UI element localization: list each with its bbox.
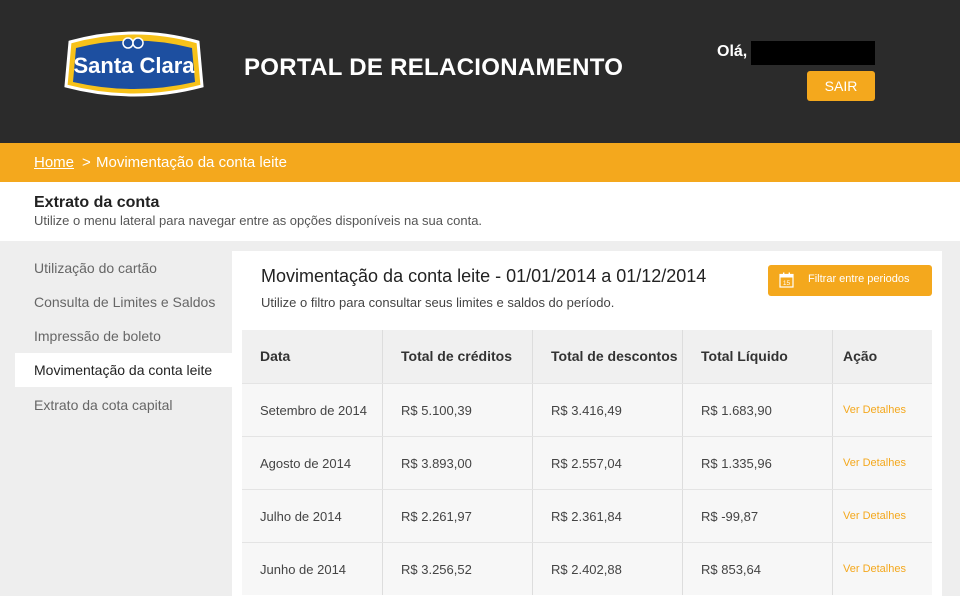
content-subtitle: Utilize o filtro para consultar seus lim… <box>261 295 615 310</box>
cell-total-liquido: R$ 1.683,90 <box>683 384 833 436</box>
cell-total-creditos: R$ 2.261,97 <box>383 490 533 542</box>
ver-detalhes-link[interactable]: Ver Detalhes <box>843 457 906 469</box>
cell-data: Junho de 2014 <box>242 543 383 595</box>
cell-data: Agosto de 2014 <box>242 437 383 489</box>
breadcrumb-home-link[interactable]: Home <box>34 154 74 171</box>
content-title: Movimentação da conta leite - 01/01/2014… <box>261 266 707 286</box>
cell-acao: Ver Detalhes <box>833 543 932 595</box>
ver-detalhes-link[interactable]: Ver Detalhes <box>843 510 906 522</box>
logo-brand-text: Santa Clara <box>73 53 195 78</box>
filter-period-button[interactable]: 15 Filtrar entre periodos <box>768 265 932 296</box>
cell-acao: Ver Detalhes <box>833 437 932 489</box>
page-title: Extrato da conta <box>34 194 160 211</box>
main-content-panel: Movimentação da conta leite - 01/01/2014… <box>232 251 942 596</box>
top-header: Santa Clara desde 1912 PORTAL DE RELACIO… <box>0 0 960 143</box>
page-section-header: Extrato da conta Utilize o menu lateral … <box>0 182 960 241</box>
column-header-total-creditos: Total de créditos <box>383 330 533 383</box>
cell-total-liquido: R$ 1.335,96 <box>683 437 833 489</box>
cell-total-liquido: R$ -99,87 <box>683 490 833 542</box>
ver-detalhes-link[interactable]: Ver Detalhes <box>843 404 906 416</box>
logout-button[interactable]: SAIR <box>807 71 875 101</box>
user-greeting: Olá, <box>717 43 748 60</box>
santa-clara-logo[interactable]: Santa Clara desde 1912 <box>62 28 206 100</box>
cell-total-descontos: R$ 2.402,88 <box>533 543 683 595</box>
sidebar-item-movimentacao-conta-leite[interactable]: Movimentação da conta leite <box>15 353 232 387</box>
redacted-username <box>751 41 875 65</box>
cell-total-descontos: R$ 3.416,49 <box>533 384 683 436</box>
cell-total-descontos: R$ 2.361,84 <box>533 490 683 542</box>
table-row: Agosto de 2014 R$ 3.893,00 R$ 2.557,04 R… <box>242 436 932 489</box>
column-header-acao: Ação <box>843 348 878 364</box>
portal-title: PORTAL DE RELACIONAMENTO <box>244 54 624 81</box>
sidebar-item-consulta-limites[interactable]: Consulta de Limites e Saldos <box>15 285 232 319</box>
column-header-total-liquido: Total Líquido <box>683 330 833 383</box>
breadcrumb: Home > Movimentação da conta leite <box>0 143 960 182</box>
cell-data: Julho de 2014 <box>242 490 383 542</box>
cell-total-creditos: R$ 3.893,00 <box>383 437 533 489</box>
table-header-row: Data Total de créditos Total de desconto… <box>242 330 932 383</box>
table-row: Julho de 2014 R$ 2.261,97 R$ 2.361,84 R$… <box>242 489 932 542</box>
cell-total-creditos: R$ 5.100,39 <box>383 384 533 436</box>
sidebar-item-impressao-boleto[interactable]: Impressão de boleto <box>15 319 232 353</box>
table-row: Junho de 2014 R$ 3.256,52 R$ 2.402,88 R$… <box>242 542 932 595</box>
breadcrumb-separator: > <box>82 154 91 171</box>
filter-period-label: Filtrar entre periodos <box>808 273 910 285</box>
cell-total-descontos: R$ 2.557,04 <box>533 437 683 489</box>
logo-tagline: desde 1912 <box>115 83 153 90</box>
cell-data: Setembro de 2014 <box>242 384 383 436</box>
table-row: Setembro de 2014 R$ 5.100,39 R$ 3.416,49… <box>242 383 932 436</box>
column-header-data: Data <box>242 330 383 383</box>
sidebar-item-utilizacao-cartao[interactable]: Utilização do cartão <box>15 251 232 285</box>
column-header-total-descontos: Total de descontos <box>533 330 683 383</box>
movements-table: Data Total de créditos Total de desconto… <box>242 330 932 595</box>
cell-acao: Ver Detalhes <box>833 490 932 542</box>
page-subtitle: Utilize o menu lateral para navegar entr… <box>34 213 483 228</box>
sidebar-item-extrato-cota-capital[interactable]: Extrato da cota capital <box>15 388 232 422</box>
calendar-icon: 15 <box>779 272 794 288</box>
cell-total-liquido: R$ 853,64 <box>683 543 833 595</box>
breadcrumb-current: Movimentação da conta leite <box>96 154 287 171</box>
cell-acao: Ver Detalhes <box>833 384 932 436</box>
calendar-icon-day: 15 <box>783 280 791 287</box>
ver-detalhes-link[interactable]: Ver Detalhes <box>843 563 906 575</box>
cell-total-creditos: R$ 3.256,52 <box>383 543 533 595</box>
